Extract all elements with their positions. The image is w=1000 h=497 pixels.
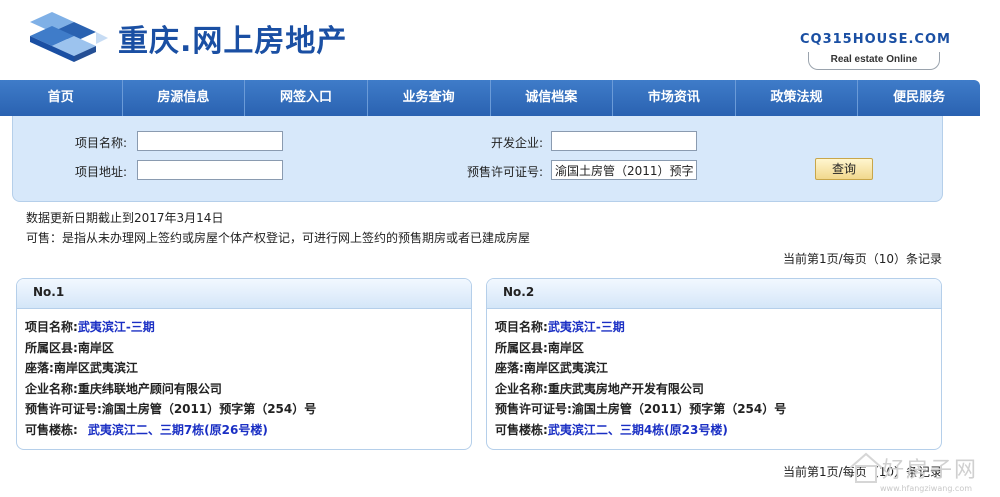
result-row-company: 企业名称:重庆武夷房地产开发有限公司 <box>495 379 941 400</box>
field-label: 座落: <box>495 361 524 375</box>
location-value: 南岸区武夷滨江 <box>53 361 138 375</box>
project-address-input[interactable] <box>137 160 283 180</box>
result-row-location: 座落:南岸区武夷滨江 <box>25 358 471 379</box>
nav-item-home[interactable]: 首页 <box>0 80 123 116</box>
developer-label: 开发企业: <box>490 136 543 150</box>
nav-item-market-news[interactable]: 市场资讯 <box>613 80 736 116</box>
field-label: 所属区县: <box>25 340 78 355</box>
permit-value: 渝国土房管（2011）预字第（254）号 <box>101 402 317 416</box>
nav-item-online-signing[interactable]: 网签入口 <box>245 80 368 116</box>
watermark-text: 好房子网 <box>882 458 979 483</box>
result-row-permit: 预售许可证号:渝国土房管（2011）预字第（254）号 <box>495 399 941 420</box>
building-link[interactable]: 武夷滨江二、三期7栋(原26号楼) <box>88 423 268 437</box>
location-value: 南岸区武夷滨江 <box>523 361 608 375</box>
result-number: No.2 <box>487 279 941 309</box>
main-nav: 首页 房源信息 网签入口 业务查询 诚信档案 市场资讯 政策法规 便民服务 <box>0 80 980 116</box>
permit-label: 预售许可证号: <box>466 165 543 179</box>
nav-item-policies[interactable]: 政策法规 <box>736 80 859 116</box>
company-value: 重庆武夷房地产开发有限公司 <box>547 381 704 396</box>
site-title: 重庆.网上房地产 <box>118 24 348 59</box>
site-header: 重庆.网上房地产 CQ315HOUSE.COM Real estate Onli… <box>0 0 1000 80</box>
search-panel: 项目名称: 开发企业: 项目地址: 预售许可证号: 查询 <box>12 116 943 202</box>
field-label: 所属区县: <box>495 340 548 355</box>
field-label: 预售许可证号: <box>495 402 572 416</box>
nav-item-credit-records[interactable]: 诚信档案 <box>491 80 614 116</box>
site-domain[interactable]: CQ315HOUSE.COM <box>800 32 951 47</box>
project-address-label: 项目地址: <box>74 165 127 179</box>
district-value: 南岸区 <box>547 340 584 355</box>
field-label: 企业名称: <box>25 381 78 396</box>
page-info-top: 当前第1页/每页（10）条记录 <box>783 252 942 266</box>
result-row-district: 所属区县:南岸区 <box>495 338 941 359</box>
nav-item-business-query[interactable]: 业务查询 <box>368 80 491 116</box>
site-slogan: Real estate Online <box>808 52 940 70</box>
nav-item-services[interactable]: 便民服务 <box>858 80 980 116</box>
field-label: 可售楼栋: <box>495 422 548 437</box>
project-name-link[interactable]: 武夷滨江-三期 <box>548 320 625 334</box>
result-number: No.1 <box>17 279 471 309</box>
field-label: 项目名称: <box>25 320 78 334</box>
field-label: 企业名称: <box>495 381 548 396</box>
available-note-text: 可售：是指从未办理网上签约或房屋个体产权登记，可进行网上签约的预售期房或者已建成… <box>26 231 531 245</box>
result-row-district: 所属区县:南岸区 <box>25 338 471 359</box>
result-row-building: 可售楼栋: 武夷滨江二、三期7栋(原26号楼) <box>25 420 471 441</box>
result-row-project: 项目名称:武夷滨江-三期 <box>495 317 941 338</box>
field-label: 项目名称: <box>495 320 548 334</box>
result-row-project: 项目名称:武夷滨江-三期 <box>25 317 471 338</box>
permit-value: 渝国土房管（2011）预字第（254）号 <box>571 402 787 416</box>
watermark-url: www.hfangziwang.com <box>880 484 973 493</box>
district-value: 南岸区 <box>77 340 114 355</box>
project-name-label: 项目名称: <box>74 136 127 150</box>
project-name-input[interactable] <box>137 131 283 151</box>
result-row-company: 企业名称:重庆纬联地产顾问有限公司 <box>25 379 471 400</box>
field-label: 可售楼栋: <box>25 422 78 437</box>
building-link[interactable]: 武夷滨江二、三期4栋(原23号楼) <box>548 423 728 437</box>
logo-icon[interactable] <box>22 8 110 68</box>
field-label: 座落: <box>25 361 54 375</box>
nav-item-listings[interactable]: 房源信息 <box>123 80 246 116</box>
field-label: 预售许可证号: <box>25 402 102 416</box>
permit-input[interactable] <box>551 160 697 180</box>
query-button[interactable]: 查询 <box>815 158 873 180</box>
result-row-building: 可售楼栋:武夷滨江二、三期4栋(原23号楼) <box>495 420 941 441</box>
project-name-link[interactable]: 武夷滨江-三期 <box>78 320 155 334</box>
developer-input[interactable] <box>551 131 697 151</box>
company-value: 重庆纬联地产顾问有限公司 <box>77 381 222 396</box>
result-card: No.2 项目名称:武夷滨江-三期 所属区县:南岸区 座落:南岸区武夷滨江 企业… <box>486 278 942 450</box>
result-row-permit: 预售许可证号:渝国土房管（2011）预字第（254）号 <box>25 399 471 420</box>
result-card: No.1 项目名称:武夷滨江-三期 所属区县:南岸区 座落:南岸区武夷滨江 企业… <box>16 278 472 450</box>
update-date-text: 数据更新日期截止到2017年3月14日 <box>26 211 224 225</box>
result-row-location: 座落:南岸区武夷滨江 <box>495 358 941 379</box>
